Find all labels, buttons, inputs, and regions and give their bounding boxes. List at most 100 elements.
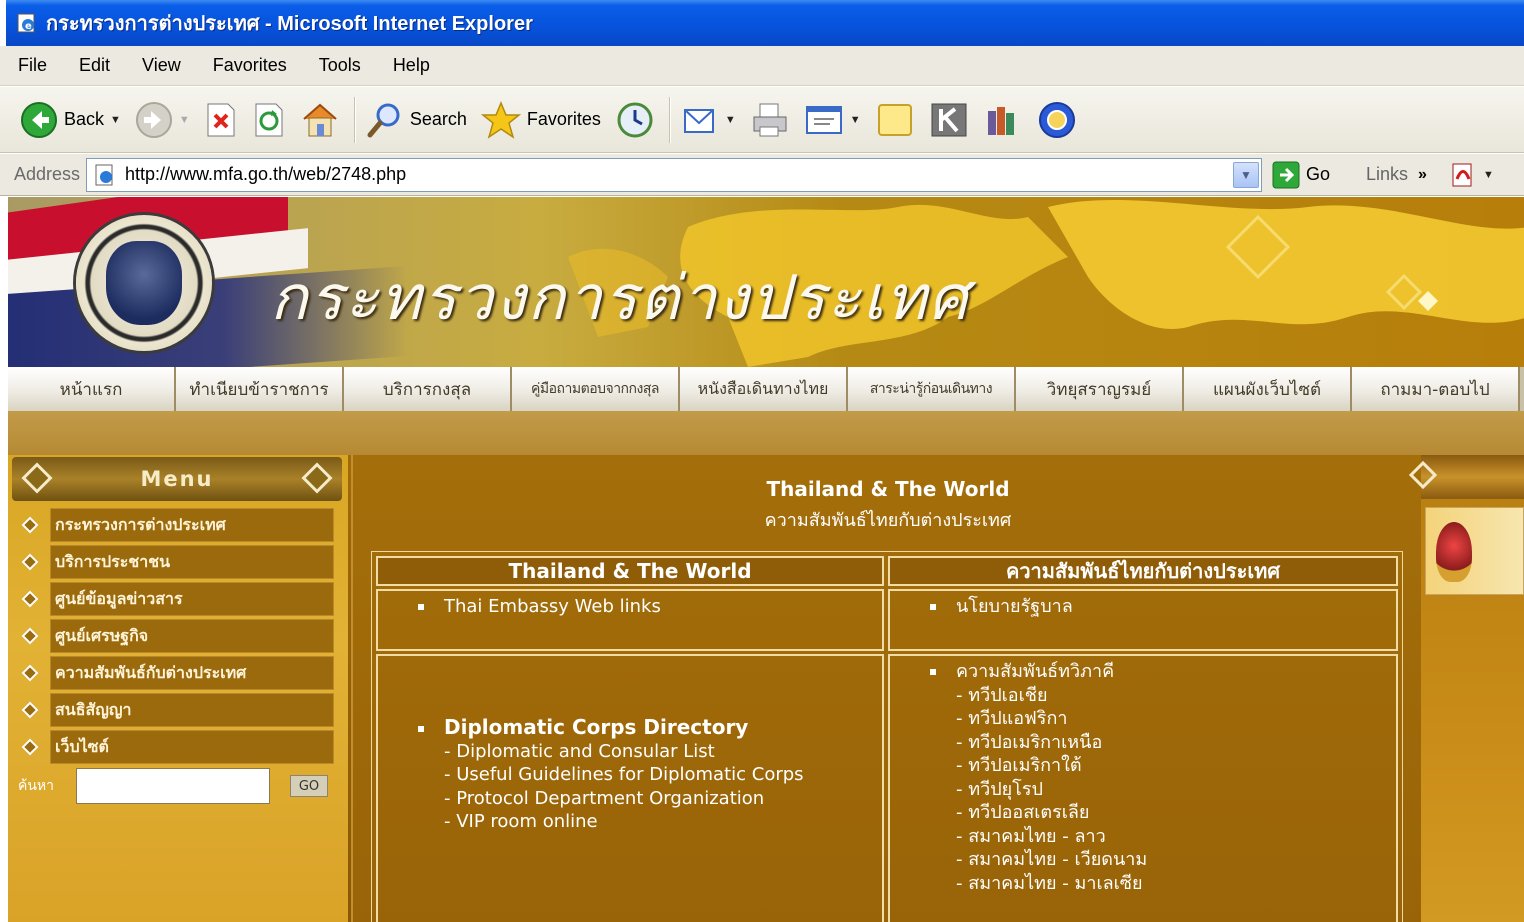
content-table: Thailand & The World ความสัมพันธ์ไทยกับต… [371, 551, 1403, 922]
menu-edit[interactable]: Edit [75, 51, 114, 80]
link-australia[interactable]: - ทวีปออสเตรเลีย [956, 801, 1396, 825]
sidebar-search: ค้นหา GO [18, 768, 328, 804]
back-button[interactable]: Back ▼ [20, 101, 121, 139]
research-button[interactable] [983, 101, 1023, 139]
sidebar-item-public-services[interactable]: บริการประชาชน [12, 544, 334, 580]
nav-home[interactable]: หน้าแรก [8, 367, 176, 411]
forward-dropdown-icon[interactable]: ▼ [179, 114, 190, 126]
link-africa[interactable]: - ทวีปแอฟริกา [956, 707, 1396, 731]
pdf-icon[interactable] [1449, 161, 1477, 189]
link-asia[interactable]: - ทวีปเอเชีย [956, 684, 1396, 708]
search-button[interactable]: Search [366, 101, 467, 139]
k-button[interactable] [929, 101, 969, 139]
search-label: Search [409, 109, 467, 129]
nav-sitemap[interactable]: แผนผังเว็บไซต์ [1184, 367, 1352, 411]
nav-consular-services[interactable]: บริการกงสุล [344, 367, 512, 411]
link-diplomatic-consular-list[interactable]: - Diplomatic and Consular List [444, 740, 882, 764]
menu-tools[interactable]: Tools [315, 51, 365, 80]
sidebar-item-ministry[interactable]: กระทรวงการต่างประเทศ [12, 507, 334, 543]
sidebar-item-label: ศูนย์ข้อมูลข่าวสาร [50, 582, 334, 616]
print-button[interactable] [750, 101, 790, 139]
bullet-icon [930, 669, 936, 675]
back-dropdown-icon[interactable]: ▼ [110, 114, 121, 126]
sidebar-item-information-center[interactable]: ศูนย์ข้อมูลข่าวสาร [12, 581, 334, 617]
column-header-1: Thailand & The World [376, 556, 884, 586]
link-diplomatic-corps-directory[interactable]: Diplomatic Corps Directory [444, 715, 748, 739]
mail-button[interactable]: ▼ [681, 101, 736, 139]
address-dropdown-icon[interactable]: ▼ [1233, 161, 1259, 188]
nav-qa[interactable]: ถามมา-ตอบไป [1352, 367, 1520, 411]
nav-thai-passport[interactable]: หนังสือเดินทางไทย [680, 367, 848, 411]
sidebar-item-label: บริการประชาชน [50, 545, 334, 579]
link-thai-embassy-web-links[interactable]: Thai Embassy Web links [444, 596, 661, 617]
sidebar-item-label: เว็บไซต์ [50, 730, 334, 764]
cell-diplomatic-corps: Diplomatic Corps Directory - Diplomatic … [376, 654, 884, 922]
sidebar-item-foreign-relations[interactable]: ความสัมพันธ์กับต่างประเทศ [12, 655, 334, 691]
sidebar-item-websites[interactable]: เว็บไซต์ [12, 729, 334, 765]
bullet-icon [418, 604, 424, 610]
menu-help[interactable]: Help [389, 51, 434, 80]
link-bilateral-relations[interactable]: ความสัมพันธ์ทวิภาคี [956, 661, 1114, 682]
link-vip-room-online[interactable]: - VIP room online [444, 810, 882, 834]
right-column-header [1408, 455, 1524, 499]
link-thai-malaysia-association[interactable]: - สมาคมไทย - มาเลเซีย [956, 872, 1396, 896]
menu-file[interactable]: File [14, 51, 51, 80]
link-south-america[interactable]: - ทวีปอเมริกาใต้ [956, 754, 1396, 778]
address-label: Address [14, 164, 81, 184]
sidebar-item-economic-center[interactable]: ศูนย์เศรษฐกิจ [12, 618, 334, 654]
edit-dropdown-icon[interactable]: ▼ [850, 114, 861, 126]
nav-underline-strip [8, 411, 1524, 455]
sidebar-item-label: ความสัมพันธ์กับต่างประเทศ [50, 656, 334, 690]
favorites-button[interactable]: Favorites [480, 100, 601, 140]
forward-arrow-icon [135, 101, 172, 138]
link-protocol-department[interactable]: - Protocol Department Organization [444, 787, 882, 811]
bullet-icon [418, 725, 424, 732]
diamond-bullet-icon [21, 516, 39, 534]
refresh-button[interactable] [252, 102, 286, 138]
go-button[interactable]: Go [1272, 161, 1330, 189]
search-go-button[interactable]: GO [290, 775, 328, 797]
forward-button[interactable]: ▼ [135, 101, 190, 139]
link-useful-guidelines[interactable]: - Useful Guidelines for Diplomatic Corps [444, 763, 882, 787]
diamond-ornament-icon [21, 462, 53, 494]
sidebar-item-treaties[interactable]: สนธิสัญญา [12, 692, 334, 728]
link-thai-lao-association[interactable]: - สมาคมไทย - ลาว [956, 825, 1396, 849]
chevron-more-icon[interactable]: » [1418, 166, 1427, 184]
nav-staff-directory[interactable]: ทำเนียบข้าราชการ [176, 367, 344, 411]
edit-button[interactable]: ▼ [804, 101, 861, 139]
menu-favorites[interactable]: Favorites [209, 51, 291, 80]
link-europe[interactable]: - ทวีปยุโรป [956, 778, 1396, 802]
nav-consular-faq[interactable]: คู่มือถามตอบจากกงสุล [512, 367, 680, 411]
menu-view[interactable]: View [138, 51, 185, 80]
print-icon [753, 103, 787, 136]
cell-government-policy: นโยบายรัฐบาล [888, 589, 1398, 651]
link-government-policy[interactable]: นโยบายรัฐบาล [956, 596, 1073, 617]
note-icon [877, 103, 912, 136]
home-button[interactable] [300, 101, 340, 139]
stop-button[interactable] [204, 102, 238, 138]
site-search-input[interactable] [76, 768, 270, 804]
messenger-button[interactable] [1037, 100, 1077, 140]
right-promo-banner[interactable] [1425, 507, 1524, 595]
sidebar-menu-title: Menu [140, 467, 214, 491]
link-north-america[interactable]: - ทวีปอเมริกาเหนือ [956, 731, 1396, 755]
ie-page-icon: e [17, 13, 35, 33]
address-input[interactable]: http://www.mfa.go.th/web/2748.php ▼ [86, 157, 1262, 192]
link-thai-vietnam-association[interactable]: - สมาคมไทย - เวียดนาม [956, 848, 1396, 872]
site-title: กระทรวงการต่างประเทศ [270, 261, 970, 334]
toolbar-separator [353, 96, 356, 143]
pdf-dropdown-icon[interactable]: ▼ [1483, 169, 1494, 181]
site-banner: กระทรวงการต่างประเทศ [8, 197, 1524, 367]
nav-travel-info[interactable]: สาระน่ารู้ก่อนเดินทาง [848, 367, 1016, 411]
links-label[interactable]: Links [1366, 164, 1408, 185]
page-icon [95, 164, 113, 185]
diamond-bullet-icon [21, 701, 39, 719]
window-titlebar: e กระทรวงการต่างประเทศ - Microsoft Inter… [0, 0, 1524, 46]
mail-dropdown-icon[interactable]: ▼ [725, 114, 736, 126]
nav-saranrom-radio[interactable]: วิทยุสราญรมย์ [1016, 367, 1184, 411]
discuss-button[interactable] [875, 101, 915, 139]
history-button[interactable] [615, 100, 655, 140]
back-arrow-icon [21, 101, 57, 138]
cell-embassy-links: Thai Embassy Web links [376, 589, 884, 651]
toolbar: Back ▼ ▼ Search Favorites ▼ ▼ [0, 87, 1524, 153]
